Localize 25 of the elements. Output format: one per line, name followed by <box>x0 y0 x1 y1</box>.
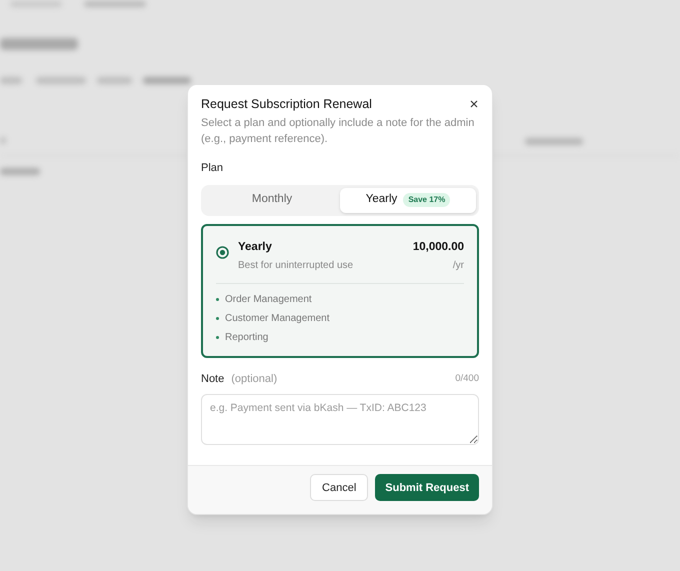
cancel-button[interactable]: Cancel <box>310 474 368 502</box>
character-counter: 0/400 <box>455 372 479 386</box>
dialog-title: Request Subscription Renewal <box>201 96 372 112</box>
price-period: /yr <box>452 258 464 273</box>
feature-text: Reporting <box>225 330 268 345</box>
note-field[interactable]: e.g. Payment sent via bKash — TxID: ABC123 <box>201 394 479 446</box>
feature-text: Order Management <box>225 292 312 307</box>
plan-label: Plan <box>201 161 224 176</box>
plan-tab[interactable]: Monthly <box>204 188 340 212</box>
plan-name: Yearly <box>238 240 273 254</box>
plan-card[interactable]: Yearly Best for uninterrupted use 10,000.00 /yr Order Management Customer Management Reporting <box>201 224 479 358</box>
bullet-icon <box>216 316 219 320</box>
plan-price: 10,000.00 <box>412 240 464 254</box>
note-hint: (optional) <box>231 372 278 387</box>
submit-button[interactable]: Submit Request <box>375 474 479 502</box>
close-icon[interactable] <box>470 100 478 108</box>
plan-tab[interactable]: Yearly Save 17% <box>340 188 476 212</box>
dialog-description: Select a plan and optionally include a note for the admin (e.g., payment reference). <box>201 116 476 147</box>
radio-checked-icon[interactable] <box>216 246 229 258</box>
plan-subtitle: Best for uninterrupted use <box>238 258 354 273</box>
save-badge: Save 17% <box>403 193 450 207</box>
bullet-icon <box>216 336 219 339</box>
note-label: Note <box>201 372 224 387</box>
feature-text: Customer Management <box>225 312 330 326</box>
bullet-icon <box>216 298 219 301</box>
